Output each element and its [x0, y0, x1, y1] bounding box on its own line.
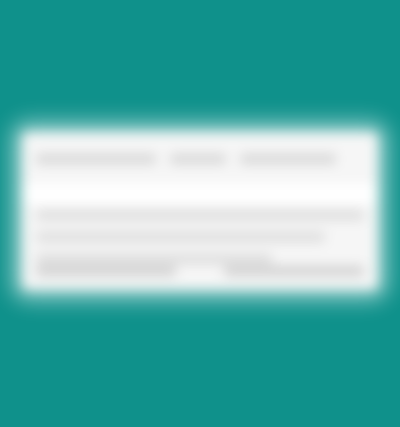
card-row	[36, 254, 273, 264]
card-header	[36, 146, 364, 172]
card-footer	[36, 266, 364, 276]
card-header-middle-text	[170, 154, 226, 164]
card-row	[36, 232, 325, 242]
card-header-left-text	[36, 154, 156, 164]
blurred-content-card	[22, 132, 378, 290]
card-row	[36, 210, 364, 220]
card-divider	[22, 184, 378, 204]
desktop-background	[0, 0, 400, 427]
card-footer-left-text	[36, 266, 176, 276]
card-rows	[36, 210, 364, 264]
card-footer-right-text	[224, 266, 364, 276]
card-header-right-text	[240, 154, 336, 164]
